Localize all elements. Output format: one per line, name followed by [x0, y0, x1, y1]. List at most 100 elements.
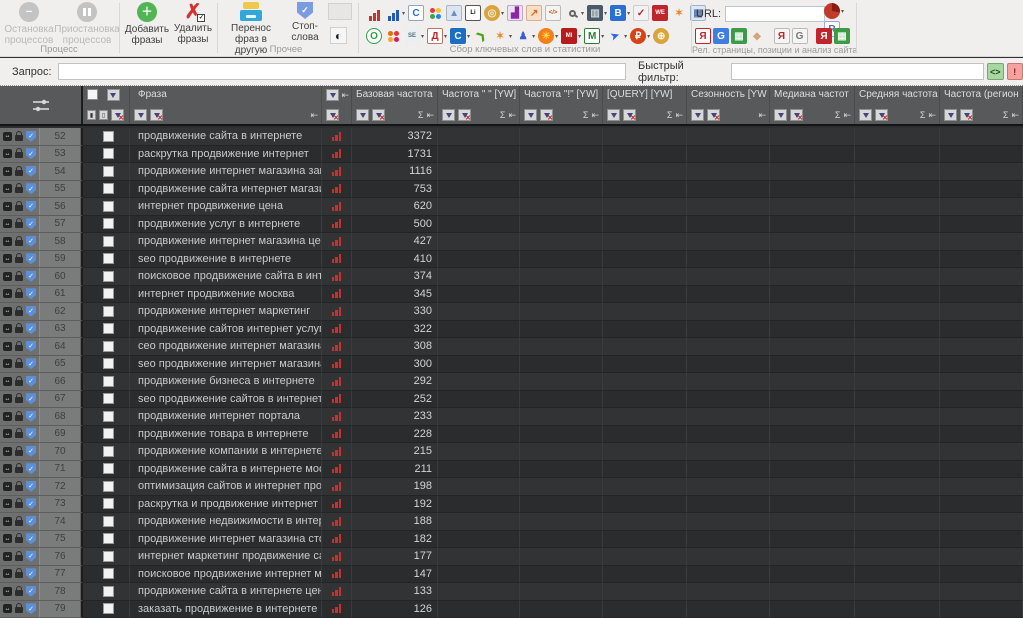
- lock-icon[interactable]: [15, 288, 23, 299]
- lock-icon[interactable]: [15, 358, 23, 369]
- stat-column-header-4[interactable]: Сезонность [YW ⇤: [687, 86, 770, 124]
- excel-xls-2-icon[interactable]: ▦: [834, 28, 850, 44]
- shield-check-icon[interactable]: ✓: [26, 480, 36, 492]
- row-transfer-icon[interactable]: ↔: [3, 481, 12, 491]
- wordstat-chart-cell[interactable]: [322, 583, 352, 601]
- frequency-blue-bars-dropdown-arrow[interactable]: ▾: [402, 10, 405, 17]
- phrase-cell[interactable]: продвижение сайтов интернет услуги: [130, 320, 322, 338]
- row-checkbox[interactable]: [103, 235, 114, 247]
- filter-icon[interactable]: [774, 109, 787, 121]
- row-transfer-icon[interactable]: ↔: [3, 464, 12, 474]
- shield-check-icon[interactable]: ✓: [26, 200, 36, 212]
- row-transfer-icon[interactable]: ↔: [3, 149, 12, 159]
- table-row[interactable]: ↔ ✓ 52 продвижение сайта в интернете 3372: [0, 128, 1023, 146]
- shield-check-icon[interactable]: ✓: [26, 253, 36, 265]
- delete-phrases-button[interactable]: ✗ ✓ Удалить фразы: [172, 2, 214, 45]
- row-transfer-icon[interactable]: ↔: [3, 254, 12, 264]
- phrase-cell[interactable]: seo продвижение в интернете: [130, 250, 322, 268]
- red-bars-icon[interactable]: [331, 481, 342, 491]
- m-green-dropdown-arrow[interactable]: ▾: [601, 33, 604, 40]
- shield-check-icon[interactable]: ✓: [26, 515, 36, 527]
- wordstat-chart-cell[interactable]: [322, 320, 352, 338]
- shield-check-icon[interactable]: ✓: [26, 498, 36, 510]
- row-transfer-icon[interactable]: ↔: [3, 219, 12, 229]
- table-row[interactable]: ↔ ✓ 78 продвижение сайта в интернете цена 13…: [0, 583, 1023, 601]
- chart-orange-icon[interactable]: ↗: [526, 5, 543, 21]
- lock-icon[interactable]: [15, 533, 23, 544]
- red-bars-icon[interactable]: [331, 306, 342, 316]
- table-row[interactable]: ↔ ✓ 71 продвижение сайта в интернете москва…: [0, 460, 1023, 478]
- wordstat-chart-cell[interactable]: [322, 408, 352, 426]
- hand-orange-icon[interactable]: ✶: [671, 5, 687, 21]
- lock-icon[interactable]: [15, 183, 23, 194]
- stat-column-header-6[interactable]: Средняя частота Σ⇤: [855, 86, 940, 124]
- wordstat-chart-cell[interactable]: [322, 198, 352, 216]
- direct-d-dropdown-arrow[interactable]: ▾: [444, 33, 447, 40]
- filter-clear-icon[interactable]: [960, 109, 973, 122]
- lock-icon[interactable]: [15, 270, 23, 281]
- sun-orange-dropdown-arrow[interactable]: ▾: [555, 33, 558, 40]
- red-bars-icon[interactable]: [331, 586, 342, 596]
- table-row[interactable]: ↔ ✓ 79 заказать продвижение в интернете 126: [0, 600, 1023, 618]
- bing-b-dropdown-arrow[interactable]: ▾: [627, 10, 630, 17]
- lock-icon[interactable]: [15, 463, 23, 474]
- wordstat-chart-cell[interactable]: [322, 233, 352, 251]
- mark-on-icon[interactable]: ▮: [87, 110, 96, 120]
- table-row[interactable]: ↔ ✓ 67 seo продвижение сайтов в интернете 25…: [0, 390, 1023, 408]
- lock-icon[interactable]: [15, 550, 23, 561]
- wordstat-chart-cell[interactable]: [322, 250, 352, 268]
- lock-icon[interactable]: [15, 235, 23, 246]
- red-bars-icon[interactable]: [331, 516, 342, 526]
- table-row[interactable]: ↔ ✓ 57 продвижение услуг в интернете 500: [0, 215, 1023, 233]
- row-checkbox[interactable]: [103, 183, 114, 195]
- shield-check-icon[interactable]: ✓: [26, 410, 36, 422]
- google-dots-icon[interactable]: [427, 5, 443, 21]
- wordstat-chart-cell[interactable]: [322, 443, 352, 461]
- code-tag-icon[interactable]: </>: [545, 5, 562, 21]
- row-checkbox[interactable]: [103, 323, 114, 335]
- yandex-red-icon[interactable]: Я: [816, 28, 832, 44]
- shield-check-icon[interactable]: ✓: [26, 393, 36, 405]
- wordstat-chart-cell[interactable]: [322, 478, 352, 496]
- table-row[interactable]: ↔ ✓ 76 интернет маркетинг продвижение сайто…: [0, 548, 1023, 566]
- filter-clear-icon[interactable]: [458, 109, 471, 122]
- pause-processes-button[interactable]: Приостановка процессов: [54, 2, 120, 46]
- row-transfer-icon[interactable]: ↔: [3, 201, 12, 211]
- shield-check-icon[interactable]: ✓: [26, 375, 36, 387]
- screen-dark-icon[interactable]: ▥: [587, 5, 604, 21]
- wordstat-chart-cell[interactable]: [322, 548, 352, 566]
- shield-check-icon[interactable]: ✓: [26, 428, 36, 440]
- wordstat-chart-cell[interactable]: [322, 513, 352, 531]
- table-row[interactable]: ↔ ✓ 62 продвижение интернет маркетинг 330: [0, 303, 1023, 321]
- shield-check-icon[interactable]: ✓: [26, 550, 36, 562]
- stat-column-header-2[interactable]: Частота "!" [YW] Σ⇤: [520, 86, 603, 124]
- filter-icon[interactable]: [607, 109, 620, 121]
- table-row[interactable]: ↔ ✓ 69 продвижение товара в интернете 228: [0, 425, 1023, 443]
- row-transfer-icon[interactable]: ↔: [3, 359, 12, 369]
- url-input[interactable]: [725, 6, 826, 22]
- excel-xls-icon[interactable]: ▦: [731, 28, 747, 44]
- table-row[interactable]: ↔ ✓ 63 продвижение сайтов интернет услуги 32…: [0, 320, 1023, 338]
- red-bars-icon[interactable]: [331, 149, 342, 159]
- wordstat-chart-cell[interactable]: [322, 163, 352, 181]
- bing-b-icon[interactable]: B: [610, 5, 627, 21]
- quick-filter-input[interactable]: [730, 63, 985, 80]
- search-magnifier-dropdown-arrow[interactable]: ▾: [581, 10, 584, 17]
- row-transfer-icon[interactable]: ↔: [3, 516, 12, 526]
- lock-icon[interactable]: [15, 218, 23, 229]
- row-checkbox[interactable]: [103, 585, 114, 597]
- phrase-cell[interactable]: продвижение интернет магазина стоимо: [130, 530, 322, 548]
- filter-clear-icon[interactable]: [111, 109, 124, 122]
- row-transfer-icon[interactable]: ↔: [3, 131, 12, 141]
- phrase-cell[interactable]: продвижение сайта в интернете москва: [130, 460, 322, 478]
- table-row[interactable]: ↔ ✓ 58 продвижение интернет магазина цена 42…: [0, 233, 1023, 251]
- shield-check-icon[interactable]: ✓: [26, 305, 36, 317]
- row-checkbox[interactable]: [103, 253, 114, 265]
- spy-dropdown-arrow[interactable]: ▾: [532, 33, 535, 40]
- shield-check-icon[interactable]: ✓: [26, 148, 36, 160]
- red-bars-icon[interactable]: [331, 534, 342, 544]
- filter-icon[interactable]: [356, 109, 369, 121]
- pin-column-icon[interactable]: ⇤: [508, 110, 516, 121]
- sum-sigma-icon[interactable]: Σ: [500, 110, 506, 120]
- table-row[interactable]: ↔ ✓73 раскрутка и продвижение интернет маг…: [0, 495, 1023, 513]
